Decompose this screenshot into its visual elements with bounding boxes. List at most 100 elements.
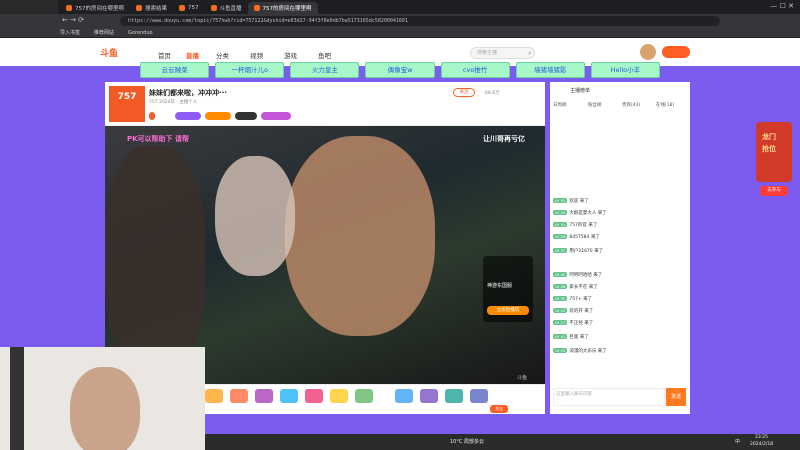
badge <box>235 112 257 120</box>
chat-tab[interactable]: 在线(18) <box>656 102 674 108</box>
game-promo-card[interactable]: 神游东国服 立即直播玩 <box>483 256 533 322</box>
bookmark-item[interactable]: 导入书签 <box>60 29 80 36</box>
bookmarks-bar: 导入书签 推荐网站 Gorenduo <box>0 28 800 38</box>
chat-panel: 主播榜单 日周榜 粉丝榜 贵宾(43) 在线(18) LV 52 欢迎 来了 LV… <box>550 82 690 414</box>
gift-item[interactable] <box>330 389 348 403</box>
site-logo[interactable]: 斗鱼 <box>100 46 118 59</box>
recharge-button[interactable]: 关注 <box>490 405 508 413</box>
event-promo[interactable]: 龙门 抢位 去参与 <box>756 122 792 202</box>
window-controls[interactable]: — ☐ ✕ <box>770 2 794 10</box>
gift-item[interactable] <box>420 389 438 403</box>
search-icon[interactable]: ⌕ <box>528 49 532 58</box>
bookmark-item[interactable]: 推荐网站 <box>94 29 114 36</box>
avatar[interactable] <box>640 44 656 60</box>
video-person <box>215 156 295 276</box>
video-person <box>105 146 205 376</box>
chat-message: LV 52 欢迎 来了 <box>553 198 589 204</box>
video-overlay-text: 让川哥再亏亿 <box>483 135 525 143</box>
gift-item[interactable] <box>445 389 463 403</box>
tab-favicon-icon <box>253 5 260 11</box>
watermark: 斗鱼 <box>517 375 528 381</box>
chat-message: LV 27 不正经 来了 <box>553 320 594 326</box>
chat-message: LV 31 757的官 来了 <box>553 222 598 228</box>
back-forward-icons[interactable]: ← → ⟳ <box>62 16 84 24</box>
gift-item[interactable] <box>470 389 488 403</box>
tab-favicon-icon <box>66 5 72 11</box>
browser-tab[interactable]: 757的房间在哪里啊 <box>60 2 130 14</box>
taskbar-date: 2024/2/18 <box>750 442 774 447</box>
badge <box>205 112 231 120</box>
chat-tab[interactable]: 贵宾(43) <box>622 102 640 108</box>
taskbar: 10°C 局部多云 中 23:25 2024/2/18 <box>205 434 800 450</box>
badge <box>261 112 291 120</box>
promo-button[interactable]: 去参与 <box>760 186 788 196</box>
taskbar-time: 23:25 <box>755 435 768 440</box>
search-input[interactable]: 搜索主播 <box>470 47 535 59</box>
chat-message: LV 37 用户21670 来了 <box>553 248 604 254</box>
banner-strip: 云云贼菜 一杯烟汁儿o 火力皇主 偶像宝w cvo推竹 墙猪墙猪影 Hello小… <box>140 62 660 78</box>
chat-input[interactable]: 这里输入聊天内容 <box>553 388 665 406</box>
chat-message: LV 30 757+ 来了 <box>553 296 593 302</box>
nav-game[interactable]: 游戏 <box>284 50 297 60</box>
nav-fishbar[interactable]: 鱼吧 <box>318 50 331 60</box>
nav-category[interactable]: 分类 <box>216 50 229 60</box>
taskbar-weather[interactable]: 10°C 局部多云 <box>450 438 484 445</box>
chat-message: LV 43 大鹅是夏大人 来了 <box>553 210 607 216</box>
nav-home[interactable]: 首页 <box>158 50 171 60</box>
promo-button[interactable]: 立即直播玩 <box>487 306 529 315</box>
gift-item[interactable] <box>305 389 323 403</box>
nav-live[interactable]: 直播 <box>186 50 199 60</box>
chat-message: LV 41 巨富 来了 <box>553 334 589 340</box>
taskbar-lang[interactable]: 中 <box>735 438 740 445</box>
tab-favicon-icon <box>179 5 186 11</box>
chat-message: LV 28 家长不在 来了 <box>553 284 598 290</box>
chat-header: 主播榜单 <box>570 88 591 94</box>
gift-item[interactable] <box>255 389 273 403</box>
banner-chip[interactable]: Hello小丰 <box>590 62 660 78</box>
send-button[interactable]: 发送 <box>666 388 686 406</box>
video-player[interactable]: PK可以帮助下 请帮 让川哥再亏亿 神游东国服 立即直播玩 斗鱼 <box>105 126 545 384</box>
webcam-face <box>70 367 140 450</box>
tab-favicon-icon <box>210 5 217 11</box>
gift-item[interactable] <box>230 389 248 403</box>
badge <box>175 112 201 120</box>
open-live-button[interactable] <box>662 46 690 58</box>
banner-chip[interactable]: 墙猪墙猪影 <box>515 62 585 78</box>
room-header: 757 妹妹们都来啦，冲冲冲··· 757 2024年 · 主播个人 关注 68… <box>105 82 545 126</box>
follow-button[interactable]: 关注 <box>453 88 475 97</box>
browser-toolbar: ← → ⟳ https://www.douyu.com/topic/757hwb… <box>0 14 800 28</box>
nav-video[interactable]: 视频 <box>250 50 263 60</box>
banner-chip[interactable]: cvo推竹 <box>440 62 510 78</box>
webcam-bg-object <box>10 347 24 450</box>
room-meta: 757 2024年 · 主播个人 <box>149 100 198 105</box>
gift-item[interactable] <box>355 389 373 403</box>
chat-tab[interactable]: 日周榜 <box>553 102 567 108</box>
chat-message: LV 33 浪漫的大乐乐 来了 <box>553 348 607 354</box>
browser-tab[interactable]: 757 <box>173 2 205 14</box>
badge <box>149 112 155 120</box>
browser-tab[interactable]: 搜索结果 <box>130 2 173 14</box>
gift-item[interactable] <box>395 389 413 403</box>
chat-message: LV 22 玩的开 来了 <box>553 308 594 314</box>
chat-tab[interactable]: 粉丝榜 <box>588 102 602 108</box>
room-title: 妹妹们都来啦，冲冲冲··· <box>149 89 227 97</box>
banner-chip[interactable]: 偶像宝w <box>365 62 435 78</box>
chat-message: LV 45 呵呵呵哈哈 来了 <box>553 272 603 278</box>
streamer-webcam <box>0 347 205 450</box>
video-overlay-text: PK可以帮助下 请帮 <box>127 135 189 143</box>
streamer-avatar[interactable]: 757 <box>109 86 145 122</box>
tab-favicon-icon <box>136 5 142 11</box>
bookmark-item[interactable]: Gorenduo <box>128 30 153 36</box>
banner-chip[interactable]: 云云贼菜 <box>140 62 210 78</box>
address-bar[interactable]: https://www.douyu.com/topic/757hwb?rid=7… <box>120 16 720 26</box>
banner-chip[interactable]: 火力皇主 <box>290 62 360 78</box>
browser-tab-active[interactable]: 757的房间在哪里啊 <box>247 2 318 14</box>
browser-tab[interactable]: 斗鱼直播 <box>205 2 248 14</box>
follow-count: 68.8万 <box>485 91 500 96</box>
chat-message: LV 29 8457584 来了 <box>553 234 600 240</box>
gift-item[interactable] <box>205 389 223 403</box>
browser-tab-strip: 757的房间在哪里啊 搜索结果 757 斗鱼直播 757的房间在哪里啊 — ☐ … <box>0 0 800 45</box>
banner-chip[interactable]: 一杯烟汁儿o <box>215 62 285 78</box>
gift-item[interactable] <box>280 389 298 403</box>
video-person <box>285 136 435 336</box>
